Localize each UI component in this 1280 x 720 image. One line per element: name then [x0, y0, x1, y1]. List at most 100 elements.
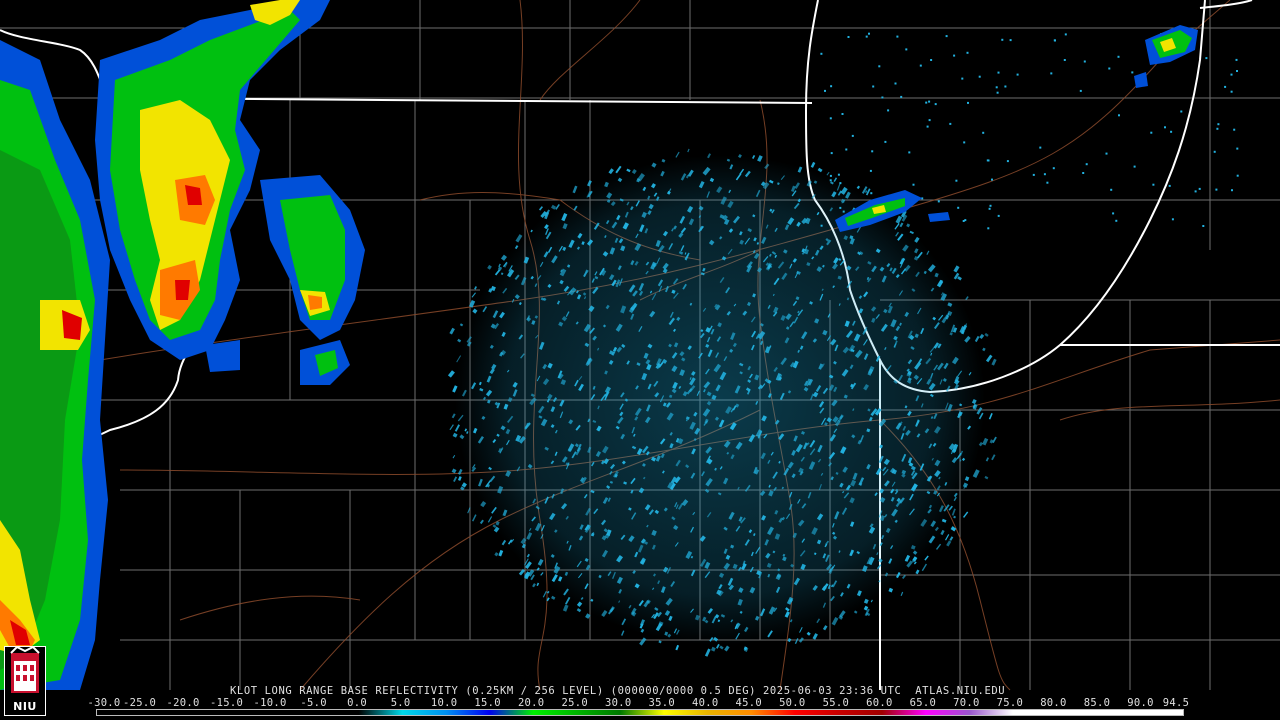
clutter-speck — [1004, 85, 1007, 88]
legend-tick: 0.0 — [347, 697, 368, 709]
clutter-speck — [988, 207, 991, 210]
clutter-speck — [839, 206, 842, 209]
clutter-speck — [1016, 73, 1019, 76]
clutter-speck — [995, 86, 998, 89]
clutter-speck — [1082, 172, 1085, 174]
clutter-speck — [1236, 70, 1238, 72]
clutter-speck — [1230, 90, 1233, 93]
clutter-speck — [928, 119, 931, 122]
clutter-speck — [1006, 160, 1009, 163]
legend-tick: 30.0 — [604, 697, 632, 709]
legend-tick: -5.0 — [300, 697, 327, 709]
clutter-speck — [961, 77, 964, 80]
clutter-speck — [1217, 123, 1220, 126]
clutter-speck — [978, 75, 981, 78]
clutter-speck — [829, 174, 832, 177]
legend-tick: 94.5 — [1162, 697, 1190, 709]
legend-tick: -25.0 — [122, 697, 157, 709]
clutter-speck — [1052, 167, 1055, 170]
clutter-speck — [1235, 58, 1238, 61]
clutter-speck — [887, 109, 890, 112]
clutter-speck — [1083, 60, 1086, 63]
clutter-speck — [1168, 184, 1171, 187]
clutter-speck — [1224, 85, 1227, 88]
clutter-speck — [919, 64, 922, 67]
clutter-speck — [1152, 183, 1155, 186]
clutter-speck — [1236, 147, 1239, 150]
clutter-speck — [1050, 72, 1053, 75]
clutter-speck — [884, 140, 887, 143]
clutter-speck — [1064, 33, 1067, 36]
clutter-speck — [830, 85, 833, 88]
clutter-speck — [955, 179, 958, 182]
clutter-speck — [926, 125, 929, 128]
clutter-speck — [987, 227, 990, 230]
clutter-speck — [989, 204, 992, 207]
clutter-speck — [925, 101, 928, 104]
clutter-speck — [1198, 187, 1201, 190]
clutter-speck — [824, 89, 826, 92]
clutter-speck — [996, 91, 999, 94]
clutter-speck — [1063, 59, 1066, 61]
clutter-speck — [1085, 163, 1088, 166]
clutter-speck — [1150, 131, 1153, 134]
clutter-speck — [1133, 165, 1136, 168]
clutter-speck — [1118, 114, 1120, 117]
clutter-speck — [1108, 67, 1111, 70]
clutter-speck — [991, 178, 993, 181]
legend-tick: 40.0 — [692, 697, 719, 709]
clutter-speck — [1032, 173, 1035, 176]
clutter-speck — [1233, 128, 1236, 131]
legend-tick-labels: -30.0 -25.0 -20.0 -15.0 -10.0 -5.0 0.0 5.0 10.0 1… — [87, 697, 1192, 709]
product-caption: KLOT LONG RANGE BASE REFLECTIVITY (0.25K… — [230, 685, 1006, 697]
clutter-speck — [1046, 181, 1049, 184]
legend-tick: 45.0 — [735, 697, 763, 709]
clutter-speck — [1213, 150, 1216, 153]
clutter-speck — [847, 36, 850, 38]
clutter-speck — [1039, 146, 1042, 149]
clutter-speck — [878, 65, 881, 68]
clutter-speck — [1180, 110, 1183, 113]
clutter-speck — [997, 71, 1000, 74]
clutter-speck — [839, 182, 842, 185]
reflectivity-colorbar — [96, 709, 1184, 716]
clutter-speck — [865, 35, 868, 38]
clutter-speck — [1054, 39, 1056, 42]
niu-logo-text: NIU — [13, 700, 37, 713]
clutter-speck — [870, 192, 873, 195]
niu-logo: NIU — [4, 646, 46, 716]
clutter-speck — [1194, 190, 1197, 193]
clutter-speck — [945, 35, 948, 38]
clutter-speck — [1231, 189, 1233, 192]
legend-tick: 85.0 — [1083, 697, 1111, 709]
legend-tick: -15.0 — [209, 697, 244, 709]
legend-tick: -20.0 — [166, 697, 200, 709]
legend-tick: 35.0 — [648, 697, 675, 709]
clutter-speck — [1112, 212, 1115, 215]
clutter-speck — [905, 48, 908, 51]
clutter-speck — [1009, 39, 1012, 42]
clutter-speck — [869, 169, 872, 172]
clutter-speck — [871, 150, 874, 153]
clutter-speck — [997, 214, 1000, 217]
legend-tick: 65.0 — [909, 697, 937, 709]
legend-tick: 60.0 — [866, 697, 893, 709]
clutter-speck — [1043, 173, 1046, 176]
clutter-speck — [1115, 219, 1118, 222]
clutter-speck — [1110, 188, 1113, 191]
legend-tick: 25.0 — [561, 697, 588, 709]
clutter-speck — [953, 54, 956, 57]
niu-seal-icon — [10, 647, 40, 693]
clutter-speck — [829, 117, 832, 120]
clutter-speck — [829, 179, 832, 182]
clutter-speck — [1164, 126, 1166, 129]
clutter-speck — [963, 141, 966, 144]
legend-tick: 10.0 — [430, 697, 458, 709]
clutter-speck — [967, 101, 969, 104]
clutter-speck — [900, 95, 903, 98]
legend-tick: 75.0 — [996, 697, 1024, 709]
clutter-speck — [868, 32, 870, 35]
legend-tick: 15.0 — [474, 697, 501, 709]
radar-map — [0, 0, 1280, 720]
clutter-speck — [930, 59, 933, 61]
